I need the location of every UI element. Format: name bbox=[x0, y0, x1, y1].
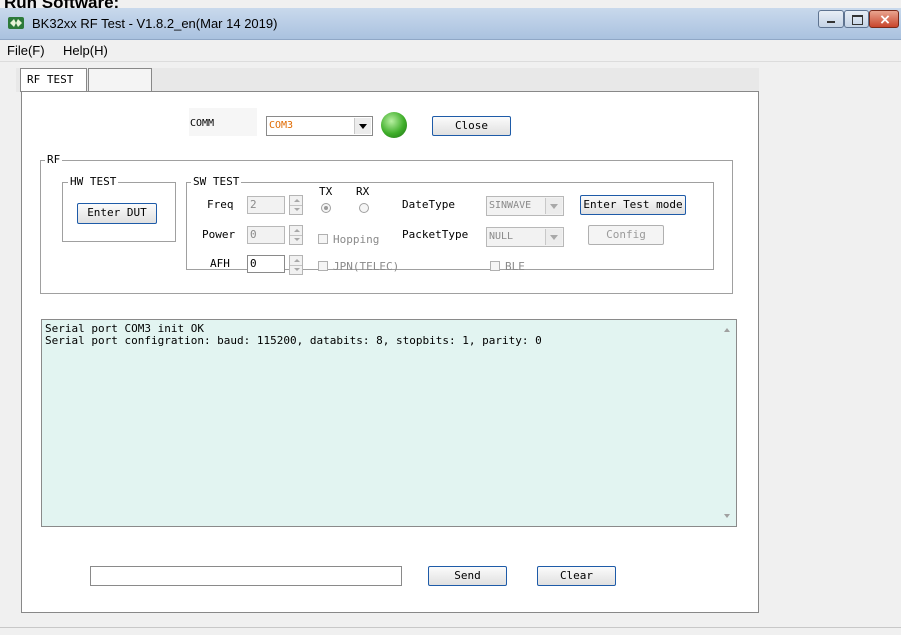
packettype-select[interactable]: NULL bbox=[486, 227, 564, 247]
comm-port-select[interactable]: COM3 bbox=[266, 116, 373, 136]
rf-group-label: RF bbox=[45, 153, 63, 166]
rf-group: RF HW TEST Enter DUT SW TEST Freq 2 TX R… bbox=[40, 153, 733, 294]
datetype-select[interactable]: SINWAVE bbox=[486, 196, 564, 216]
hw-test-group: HW TEST Enter DUT bbox=[62, 175, 176, 242]
log-scrollbar[interactable] bbox=[718, 320, 736, 526]
maximize-icon bbox=[852, 15, 863, 25]
packettype-value: NULL bbox=[489, 231, 514, 242]
packettype-label: PacketType bbox=[402, 228, 469, 241]
hopping-label: Hopping bbox=[333, 233, 380, 246]
chevron-down-icon bbox=[354, 118, 371, 134]
tx-radio[interactable] bbox=[321, 203, 331, 213]
tab-blank[interactable] bbox=[88, 68, 152, 92]
chevron-down-icon bbox=[545, 229, 562, 245]
afh-input[interactable]: 0 bbox=[247, 255, 285, 273]
jpn-telec-label: JPN(TELEC) bbox=[333, 260, 400, 273]
title-bar: BK32xx RF Test - V1.8.2_en(Mar 14 2019) bbox=[0, 8, 901, 40]
tx-label: TX bbox=[319, 185, 333, 198]
tab-rf-test-label: RF TEST bbox=[27, 73, 74, 86]
ble-checkbox[interactable] bbox=[490, 261, 500, 271]
app-icon bbox=[8, 17, 24, 29]
sw-test-group: SW TEST Freq 2 TX RX DateType SINWAVE En… bbox=[186, 175, 714, 275]
menu-file[interactable]: File(F) bbox=[7, 43, 45, 58]
ble-label: BLE bbox=[505, 260, 525, 273]
clear-button[interactable]: Clear bbox=[537, 566, 616, 586]
hopping-checkbox[interactable] bbox=[318, 234, 328, 244]
comm-label: COMM bbox=[190, 118, 215, 129]
log-output[interactable]: Serial port COM3 init OK Serial port con… bbox=[41, 319, 737, 527]
freq-input[interactable]: 2 bbox=[247, 196, 285, 214]
sw-test-label: SW TEST bbox=[191, 175, 242, 188]
power-spinner[interactable] bbox=[289, 225, 303, 245]
close-icon bbox=[880, 15, 890, 24]
jpn-telec-checkbox[interactable] bbox=[318, 261, 328, 271]
scroll-up-icon bbox=[724, 328, 730, 332]
send-input[interactable] bbox=[90, 566, 402, 586]
power-input[interactable]: 0 bbox=[247, 226, 285, 244]
comm-port-value: COM3 bbox=[269, 120, 294, 131]
freq-label: Freq bbox=[207, 198, 234, 211]
tab-rf-test[interactable]: RF TEST bbox=[20, 68, 87, 92]
enter-dut-button[interactable]: Enter DUT bbox=[77, 203, 157, 224]
scroll-down-icon bbox=[724, 514, 730, 518]
connection-status-icon bbox=[381, 112, 407, 138]
log-line: Serial port configration: baud: 115200, … bbox=[45, 334, 542, 347]
datetype-value: SINWAVE bbox=[489, 200, 532, 211]
datetype-label: DateType bbox=[402, 198, 455, 211]
tab-strip: RF TEST bbox=[16, 68, 759, 92]
send-button[interactable]: Send bbox=[428, 566, 507, 586]
enter-test-mode-button[interactable]: Enter Test mode bbox=[580, 195, 686, 215]
rx-label: RX bbox=[356, 185, 370, 198]
afh-label: AFH bbox=[210, 257, 230, 270]
rx-radio[interactable] bbox=[359, 203, 369, 213]
close-button[interactable] bbox=[869, 10, 899, 28]
window-title: BK32xx RF Test - V1.8.2_en(Mar 14 2019) bbox=[32, 16, 278, 31]
config-button[interactable]: Config bbox=[588, 225, 664, 245]
menu-bar: File(F) Help(H) bbox=[0, 40, 901, 62]
maximize-button[interactable] bbox=[844, 10, 869, 28]
close-port-button[interactable]: Close bbox=[432, 116, 511, 136]
afh-spinner[interactable] bbox=[289, 255, 303, 275]
rf-test-panel: COMM COM3 Close RF HW TEST Enter DUT SW … bbox=[21, 91, 759, 613]
menu-help[interactable]: Help(H) bbox=[63, 43, 108, 58]
freq-spinner[interactable] bbox=[289, 195, 303, 215]
minimize-button[interactable] bbox=[818, 10, 844, 28]
chevron-down-icon bbox=[545, 198, 562, 214]
hw-test-label: HW TEST bbox=[68, 175, 119, 188]
power-label: Power bbox=[202, 228, 236, 241]
minimize-icon bbox=[827, 21, 835, 23]
